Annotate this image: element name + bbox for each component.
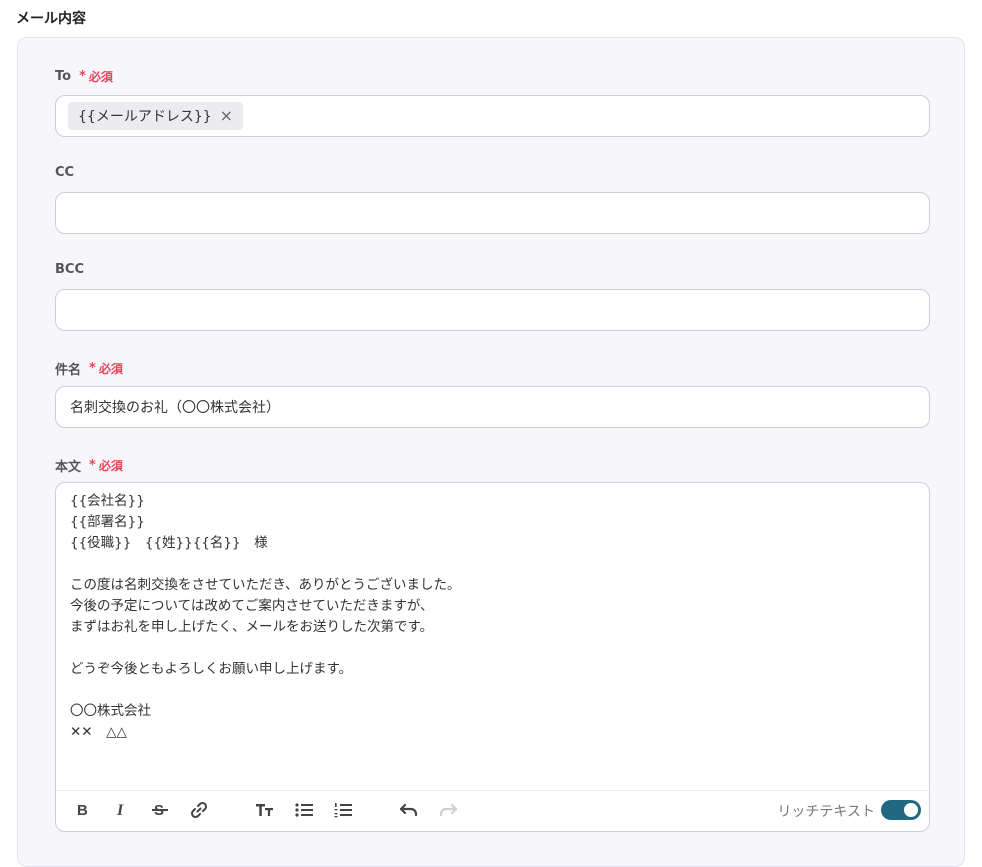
required-star: *: [89, 458, 96, 473]
required-star: *: [79, 69, 86, 84]
svg-text:B: B: [77, 802, 88, 818]
subject-value: 名刺交換のお礼（〇〇株式会社）: [70, 400, 280, 416]
undo-icon[interactable]: [398, 799, 420, 821]
rich-text-label: リッチテキスト: [777, 804, 875, 820]
recipient-chip-label: {{メールアドレス}}: [78, 109, 212, 125]
body-editor[interactable]: {{会社名}} {{部署名}} {{役職}} {{姓}}{{名}} 様 この度は…: [55, 482, 930, 832]
required-badge: * 必須: [89, 360, 123, 377]
body-label-row: 本文 * 必須: [55, 456, 123, 475]
required-badge: * 必須: [79, 68, 113, 85]
required-text: 必須: [98, 362, 123, 376]
bold-icon[interactable]: B: [71, 799, 93, 821]
to-label: To: [55, 69, 72, 84]
mail-form-panel: To * 必須 {{メールアドレス}} × CC BCC 件名 * 必須 名刺交…: [17, 37, 965, 867]
subject-field[interactable]: 名刺交換のお礼（〇〇株式会社）: [55, 386, 930, 428]
rich-text-toggle[interactable]: [881, 800, 921, 820]
toggle-knob: [904, 803, 918, 817]
subject-label: 件名: [55, 363, 82, 378]
link-icon[interactable]: [188, 799, 210, 821]
body-text[interactable]: {{会社名}} {{部署名}} {{役職}} {{姓}}{{名}} 様 この度は…: [70, 491, 461, 743]
bulleted-list-icon[interactable]: [293, 799, 315, 821]
cc-label: CC: [55, 165, 75, 180]
required-badge: * 必須: [89, 457, 123, 474]
recipient-chip[interactable]: {{メールアドレス}} ×: [68, 102, 244, 130]
italic-icon[interactable]: I: [110, 799, 132, 821]
cc-label-row: CC: [55, 165, 74, 180]
body-label: 本文: [55, 460, 82, 475]
svg-text:I: I: [116, 802, 124, 818]
bcc-label-row: BCC: [55, 262, 84, 277]
editor-toolbar: B I S: [56, 790, 929, 831]
bcc-label: BCC: [55, 262, 84, 277]
subject-label-row: 件名 * 必須: [55, 359, 123, 378]
required-text: 必須: [98, 459, 123, 473]
bcc-field[interactable]: [55, 289, 930, 331]
to-field[interactable]: {{メールアドレス}} ×: [55, 95, 930, 137]
heading-icon[interactable]: [254, 799, 276, 821]
numbered-list-icon[interactable]: [332, 799, 354, 821]
section-title: メール内容: [16, 11, 86, 27]
redo-icon[interactable]: [437, 799, 459, 821]
strikethrough-icon[interactable]: S: [149, 799, 171, 821]
cc-field[interactable]: [55, 192, 930, 234]
to-label-row: To * 必須: [55, 68, 113, 85]
close-icon[interactable]: ×: [220, 108, 233, 124]
required-text: 必須: [88, 70, 113, 84]
required-star: *: [89, 361, 96, 376]
